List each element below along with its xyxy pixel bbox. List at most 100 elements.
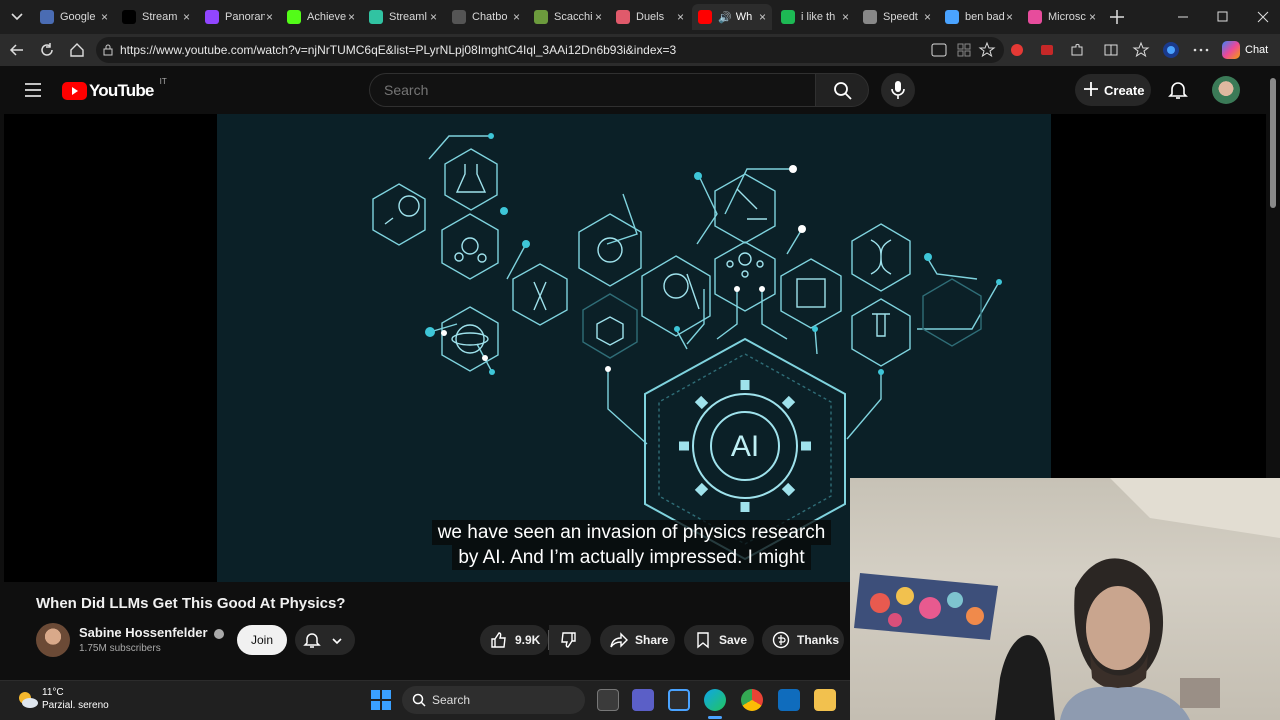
extension-red-icon[interactable] — [1008, 41, 1026, 59]
edge-icon[interactable] — [704, 689, 726, 711]
browser-tab[interactable]: i like th × — [775, 4, 855, 30]
browser-tab[interactable]: Duels × — [610, 4, 690, 30]
close-tab-icon[interactable]: × — [183, 10, 190, 24]
create-button[interactable]: Create — [1075, 74, 1151, 106]
browser-tab[interactable]: Google × — [34, 4, 114, 30]
x-icon — [122, 10, 136, 24]
file-explorer-icon[interactable] — [814, 689, 836, 711]
browser-tab[interactable]: Achieve × — [281, 4, 361, 30]
profile-icon[interactable] — [1162, 41, 1180, 59]
tab-list-chevron-icon[interactable] — [8, 9, 26, 25]
taskbar-search[interactable]: Search — [402, 686, 585, 714]
audio-playing-icon[interactable]: 🔊 — [718, 11, 732, 24]
channel-name[interactable]: Sabine Hossenfelder — [79, 625, 225, 640]
address-toolbar: https://www.youtube.com/watch?v=njNrTUMC… — [0, 34, 1280, 66]
store-icon[interactable] — [668, 689, 690, 711]
weather-sun-icon[interactable] — [16, 690, 38, 710]
split-screen-icon[interactable] — [1102, 41, 1120, 59]
teams-icon[interactable] — [632, 689, 654, 711]
like-button[interactable]: 9.9K — [480, 625, 548, 655]
more-menu-icon[interactable] — [1192, 41, 1210, 59]
close-tab-icon[interactable]: × — [101, 10, 108, 24]
google-icon — [40, 10, 54, 24]
weather-widget[interactable]: 11°C Parzial. sereno — [42, 686, 109, 712]
close-tab-icon[interactable]: × — [924, 10, 931, 24]
browser-tab[interactable]: 🔊 Wh × — [692, 4, 772, 30]
extension-shield-icon[interactable] — [1038, 41, 1056, 59]
close-tab-icon[interactable]: × — [595, 10, 602, 24]
share-button[interactable]: Share — [600, 625, 675, 655]
thanks-button[interactable]: Thanks — [762, 625, 844, 655]
site-info-icon[interactable] — [102, 43, 114, 56]
refresh-icon[interactable] — [38, 41, 56, 59]
search-box[interactable] — [369, 73, 816, 107]
minimize-icon[interactable] — [1176, 10, 1190, 24]
thanks-label: Thanks — [797, 633, 840, 647]
youtube-logo-text: YouTube — [89, 81, 154, 100]
apps-icon[interactable] — [955, 41, 973, 59]
close-tab-icon[interactable]: × — [1089, 10, 1096, 24]
channel-name-text[interactable]: Sabine Hossenfelder — [79, 625, 208, 640]
browser-tab[interactable]: Streaml × — [363, 4, 443, 30]
tab-title: i like th — [801, 11, 836, 23]
bookmark-icon — [697, 632, 709, 649]
flower-painting — [854, 573, 998, 640]
close-tab-icon[interactable]: × — [513, 10, 520, 24]
dislike-button[interactable] — [549, 625, 591, 655]
back-icon[interactable] — [8, 41, 26, 59]
close-tab-icon[interactable]: × — [842, 10, 849, 24]
voice-search-button[interactable] — [881, 73, 915, 107]
favorite-star-icon[interactable] — [978, 41, 996, 59]
search-button[interactable] — [815, 73, 869, 107]
browser-tab[interactable]: Chatbo × — [446, 4, 526, 30]
close-tab-icon[interactable]: × — [677, 10, 684, 24]
close-tab-icon[interactable]: × — [1006, 10, 1013, 24]
chrome-icon[interactable] — [741, 689, 763, 711]
hamburger-menu-icon[interactable] — [24, 82, 42, 98]
browser-tab[interactable]: ben bad × — [939, 4, 1019, 30]
tab-title: Chatbo — [472, 11, 508, 23]
close-tab-icon[interactable]: × — [348, 10, 355, 24]
join-button[interactable]: Join — [237, 625, 287, 655]
page-scrollbar[interactable] — [1266, 66, 1280, 478]
browser-tab[interactable]: Panoran × — [199, 4, 279, 30]
save-button[interactable]: Save — [684, 625, 754, 655]
task-view-icon[interactable] — [597, 689, 619, 711]
close-tab-icon[interactable]: × — [759, 10, 766, 24]
browser-tab[interactable]: Stream × — [116, 4, 196, 30]
browser-tab[interactable]: Speedt × — [857, 4, 937, 30]
close-tab-icon[interactable]: × — [266, 10, 273, 24]
address-bar[interactable]: https://www.youtube.com/watch?v=njNrTUMC… — [96, 37, 1004, 63]
maximize-icon[interactable] — [1216, 10, 1230, 24]
home-icon[interactable] — [68, 41, 86, 59]
url-text: https://www.youtube.com/watch?v=njNrTUMC… — [120, 43, 677, 57]
channel-avatar[interactable] — [36, 623, 70, 657]
extensions-puzzle-icon[interactable] — [1068, 41, 1086, 59]
kick-icon — [287, 10, 301, 24]
search-input[interactable] — [384, 82, 784, 98]
browser-tab[interactable]: Microsc × — [1022, 4, 1102, 30]
outlook-icon[interactable] — [778, 689, 800, 711]
youtube-logo[interactable]: YouTube IT — [62, 77, 167, 102]
tab-title: Wh — [735, 11, 753, 23]
close-tab-icon[interactable]: × — [430, 10, 437, 24]
scrollbar-thumb[interactable] — [1270, 78, 1276, 208]
thumbs-down-icon — [561, 632, 576, 648]
close-window-icon[interactable] — [1256, 10, 1270, 24]
favorites-icon[interactable] — [1132, 41, 1150, 59]
notifications-bell-icon[interactable] — [1168, 80, 1188, 100]
subscription-bell-button[interactable] — [295, 625, 355, 655]
tab-title: Speedt — [883, 11, 918, 23]
translate-icon[interactable] — [930, 41, 948, 59]
new-tab-icon[interactable] — [1108, 8, 1126, 26]
windows-start-icon[interactable] — [371, 690, 391, 710]
verified-icon — [214, 628, 225, 639]
tab-title: Achieve — [307, 11, 347, 23]
account-avatar[interactable] — [1212, 76, 1240, 104]
copilot-chat-button[interactable]: Chat — [1222, 40, 1268, 60]
chess-icon — [534, 10, 548, 24]
browser-tab[interactable]: Scacchi × — [528, 4, 608, 30]
subscriber-count: 1.75M subscribers — [79, 643, 161, 654]
save-label: Save — [719, 633, 748, 647]
tab-title: Google — [60, 11, 96, 23]
